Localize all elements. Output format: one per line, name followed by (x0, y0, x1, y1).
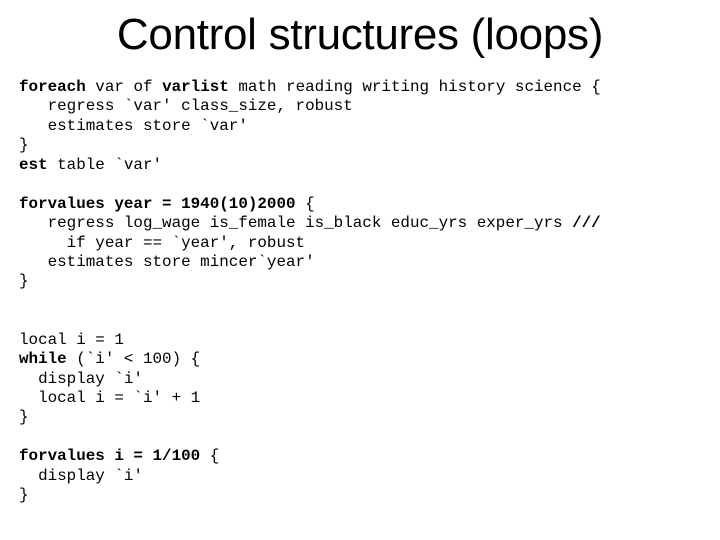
code-text: } (19, 272, 29, 291)
code-line: local i = 1 (19, 331, 601, 350)
code-text: } (19, 486, 29, 505)
code-line: } (19, 408, 601, 427)
code-keyword: forvalues year = 1940(10)2000 (19, 194, 296, 213)
code-keyword: varlist (162, 78, 229, 96)
code-line: estimates store `var' (19, 117, 601, 136)
code-text: var of (85, 78, 163, 96)
code-text: } (19, 408, 29, 427)
code-line: while (`i' < 100) { (19, 350, 601, 369)
code-listing: foreach var of varlist math reading writ… (19, 78, 601, 506)
code-line: display `i' (19, 467, 601, 486)
code-keyword: foreach (19, 78, 86, 96)
code-line: local i = `i' + 1 (19, 389, 601, 408)
code-text: display `i' (19, 369, 143, 388)
code-text: { (200, 447, 220, 466)
code-text: math reading writing history science { (228, 78, 601, 96)
foreach-block: foreach var of varlist math reading writ… (19, 78, 601, 175)
code-text: (`i' < 100) { (66, 350, 201, 369)
code-text: table `var' (47, 155, 163, 174)
code-line: regress `var' class_size, robust (19, 97, 601, 116)
code-line: forvalues year = 1940(10)2000 { (19, 195, 601, 214)
code-text: regress log_wage is_female is_black educ… (19, 214, 573, 233)
code-text: display `i' (19, 466, 143, 485)
code-line: } (19, 272, 601, 291)
code-line: } (19, 136, 601, 155)
code-line: forvalues i = 1/100 { (19, 447, 601, 466)
code-text: regress `var' class_size, robust (19, 97, 353, 116)
code-keyword: est (19, 155, 48, 174)
code-line: foreach var of varlist math reading writ… (19, 78, 601, 97)
code-line: est table `var' (19, 156, 601, 175)
forvalues-year-block: forvalues year = 1940(10)2000 { regress … (19, 195, 601, 292)
code-line: estimates store mincer`year' (19, 253, 601, 272)
code-line: regress log_wage is_female is_black educ… (19, 214, 601, 233)
code-keyword: forvalues i = 1/100 (19, 447, 201, 466)
while-block: local i = 1 while (`i' < 100) { display `… (19, 331, 601, 428)
code-text: estimates store `var' (19, 116, 248, 135)
code-text: { (295, 194, 315, 213)
code-line: display `i' (19, 370, 601, 389)
slide-title: Control structures (loops) (116, 10, 604, 59)
forvalues-i-block: forvalues i = 1/100 { display `i'} (19, 447, 601, 505)
code-text: local i = `i' + 1 (19, 389, 201, 407)
code-text: local i = 1 (19, 330, 124, 349)
code-text: } (19, 136, 29, 155)
code-line: if year == `year', robust (19, 234, 601, 253)
code-line: } (19, 486, 601, 505)
code-text: estimates store mincer`year' (19, 252, 315, 271)
code-text: if year == `year', robust (19, 233, 306, 252)
code-keyword: while (19, 350, 67, 369)
code-keyword: /// (572, 214, 601, 233)
